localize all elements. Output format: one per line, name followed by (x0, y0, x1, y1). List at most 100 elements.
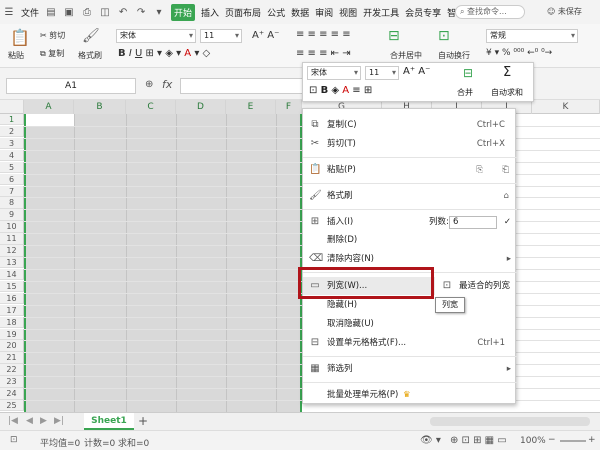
row-header[interactable]: 25 (0, 400, 24, 412)
font-size-select[interactable]: 11 (200, 29, 242, 43)
align-icons[interactable]: ≡ ≡ ≡ ≡ ≡ (296, 29, 351, 40)
menu-format-painter[interactable]: 🖌 格式刷 ⌂ (303, 187, 517, 205)
select-all-corner[interactable] (0, 100, 24, 114)
font-select[interactable]: 宋体 (116, 29, 196, 43)
undo-icon[interactable]: ↶ (116, 5, 130, 19)
mini-format-icons[interactable]: ⊡ B ◈ A ≡ ⊞ (309, 85, 372, 96)
tab-page-layout[interactable]: 页面布局 (225, 6, 261, 19)
hamburger-icon[interactable]: ☰ (2, 5, 16, 19)
menu-delete[interactable]: 删除(D) (303, 231, 517, 249)
menu-cut[interactable]: ✂ 剪切(T) Ctrl+X (303, 135, 517, 153)
preview-icon[interactable]: ◫ (98, 5, 112, 19)
insert-cols-input[interactable]: 6 (449, 216, 497, 229)
tab-developer[interactable]: 开发工具 (363, 6, 399, 19)
row-header[interactable]: 13 (0, 257, 24, 269)
mini-size-select[interactable]: 11 (365, 66, 399, 80)
zoom-in-icon[interactable]: + (588, 435, 596, 445)
paste-special-icon[interactable]: ⎗ (502, 161, 509, 179)
selected-columns-area[interactable] (24, 114, 302, 412)
menu-file[interactable]: 文件 (21, 6, 39, 19)
row-header[interactable]: 1 (0, 114, 24, 126)
status-icons[interactable]: ⊕ ⊡ ⊞ ▦ ▭ (450, 435, 507, 446)
paste-button[interactable]: 粘贴 (8, 50, 24, 61)
row-header[interactable]: 15 (0, 280, 24, 293)
menu-filter-column[interactable]: ▦ 筛选列 ▸ (303, 360, 517, 378)
name-box[interactable]: A1 (6, 78, 136, 94)
prev-sheet-icon[interactable]: ◀ (26, 416, 33, 426)
bold-icon[interactable]: B I U ⊞ ▾ ◈ ▾ A ▾ ◇ (118, 48, 210, 59)
horizontal-scrollbar[interactable] (430, 417, 590, 426)
check-icon[interactable]: ✓ (504, 213, 511, 231)
row-header[interactable]: 16 (0, 292, 24, 305)
col-header-f[interactable]: F (276, 100, 302, 114)
font-size-up-icon[interactable]: A⁺ A⁻ (252, 30, 279, 41)
redo-icon[interactable]: ↷ (134, 5, 148, 19)
row-header[interactable]: 14 (0, 268, 24, 281)
chevron-down-icon[interactable]: ▾ (152, 5, 166, 19)
tab-start[interactable]: 开始 (171, 3, 196, 21)
tab-view[interactable]: 视图 (339, 6, 357, 19)
macro-icon[interactable]: ⊡ (10, 435, 18, 445)
tab-data[interactable]: 数据 (291, 6, 309, 19)
mini-font-size-icons[interactable]: A⁺ A⁻ (403, 66, 430, 77)
row-header[interactable]: 9 (0, 209, 24, 221)
row-header[interactable]: 19 (0, 328, 24, 340)
row-header[interactable]: 23 (0, 376, 24, 388)
row-header[interactable]: 17 (0, 304, 24, 317)
zoom-level[interactable]: 100% (520, 436, 546, 446)
row-header[interactable]: 24 (0, 388, 24, 400)
folder-icon[interactable]: ▤ (44, 5, 58, 19)
mini-merge-icon[interactable]: ⊟ (463, 66, 473, 80)
menu-format-cells[interactable]: ⊟ 设置单元格格式(F)... Ctrl+1 (303, 334, 517, 352)
row-header[interactable]: 12 (0, 245, 24, 257)
menu-copy[interactable]: ⧉ 复制(C) Ctrl+C (303, 116, 517, 134)
col-header-e[interactable]: E (226, 100, 276, 114)
number-format-icons[interactable]: ¥ ▾ % ⁰⁰⁰ ←⁰ ⁰→ (486, 48, 552, 58)
col-header-d[interactable]: D (176, 100, 226, 114)
menu-insert[interactable]: ⊞ 插入(I) 列数: 6 ✓ (303, 213, 517, 231)
align-icons-2[interactable]: ≡ ≡ ≡ ⇤ ⇥ (296, 48, 351, 59)
last-sheet-icon[interactable]: ▶| (54, 416, 64, 426)
col-header-b[interactable]: B (74, 100, 126, 114)
format-painter-icon[interactable]: 🖌 (82, 28, 100, 44)
unsaved-status[interactable]: ☺ 未保存 (547, 6, 582, 17)
format-painter-alt-icon[interactable]: ⌂ (504, 187, 509, 205)
tab-review[interactable]: 审阅 (315, 6, 333, 19)
eye-icon[interactable]: 👁 ▾ (420, 435, 441, 446)
mini-autosum-button[interactable]: 自动求和 (491, 87, 523, 98)
col-header-a[interactable]: A (24, 100, 74, 114)
wrap-button[interactable]: 自动换行 (438, 50, 470, 61)
copy-button[interactable]: ⧉ 复制 (40, 48, 64, 59)
row-header[interactable]: 2 (0, 125, 24, 138)
command-search-input[interactable]: ⌕ 查找命令... (455, 5, 525, 19)
active-cell-a1[interactable] (24, 114, 74, 126)
zoom-slider[interactable] (560, 440, 586, 442)
cut-button[interactable]: ✂ 剪切 (40, 30, 65, 41)
row-header[interactable]: 6 (0, 173, 24, 185)
formula-input[interactable] (180, 78, 304, 94)
row-header[interactable]: 10 (0, 221, 24, 233)
menu-clear[interactable]: ⌫ 清除内容(N) ▸ (303, 250, 517, 268)
paste-icon[interactable]: 📋 (10, 28, 30, 47)
zoom-out-icon[interactable]: − (548, 435, 556, 445)
tab-formula[interactable]: 公式 (267, 6, 285, 19)
menu-best-fit-width[interactable]: ⊡ 最适合的列宽 (441, 277, 517, 295)
row-header[interactable]: 8 (0, 197, 24, 209)
row-header[interactable]: 4 (0, 149, 24, 162)
mini-font-select[interactable]: 宋体 (307, 66, 361, 80)
row-header[interactable]: 5 (0, 161, 24, 174)
merge-button[interactable]: 合并居中 (390, 50, 422, 61)
row-header[interactable]: 3 (0, 137, 24, 150)
paste-text-icon[interactable]: ⎘ (476, 161, 483, 179)
add-sheet-icon[interactable]: + (138, 414, 148, 428)
row-header[interactable]: 7 (0, 185, 24, 197)
next-sheet-icon[interactable]: ▶ (40, 416, 47, 426)
tab-insert[interactable]: 插入 (201, 6, 219, 19)
zoom-icon[interactable]: ⊕ (145, 79, 153, 90)
sheet-tab-sheet1[interactable]: Sheet1 (84, 413, 134, 430)
fx-icon[interactable]: fx (162, 78, 172, 91)
wrap-icon[interactable]: ⊡ (438, 28, 450, 44)
first-sheet-icon[interactable]: |◀ (8, 416, 18, 426)
row-header[interactable]: 18 (0, 316, 24, 329)
tab-member[interactable]: 会员专享 (405, 6, 441, 19)
